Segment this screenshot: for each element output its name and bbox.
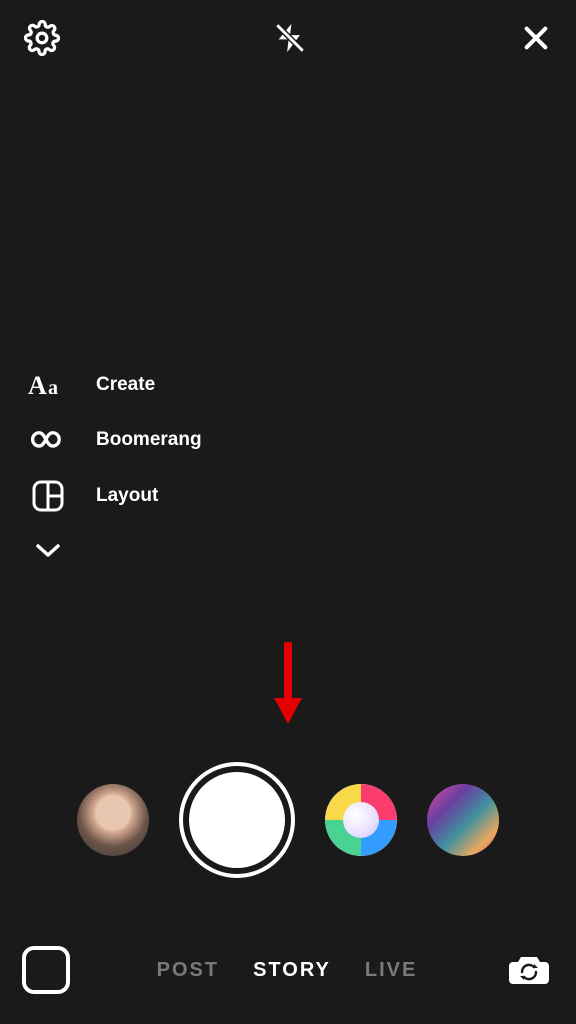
- switch-camera-icon: [507, 950, 551, 991]
- tool-boomerang[interactable]: Boomerang: [28, 428, 202, 452]
- chevron-down-icon: [28, 540, 68, 560]
- close-icon: [520, 22, 552, 57]
- flash-off-icon: [273, 21, 307, 58]
- mode-live[interactable]: LIVE: [365, 959, 417, 982]
- mode-post[interactable]: POST: [157, 959, 219, 982]
- gallery-thumbnail-icon: [22, 946, 70, 994]
- tool-boomerang-label: Boomerang: [96, 429, 202, 451]
- bottom-bar: POST STORY LIVE: [0, 946, 576, 994]
- tool-expand[interactable]: [28, 540, 202, 560]
- switch-camera-button[interactable]: [504, 950, 554, 990]
- mode-story[interactable]: STORY: [253, 959, 331, 982]
- top-bar: [0, 20, 576, 59]
- settings-button[interactable]: [24, 20, 60, 59]
- layout-icon: [28, 480, 68, 512]
- filter-thumb-3[interactable]: [427, 784, 499, 856]
- svg-text:a: a: [48, 377, 58, 399]
- filter-thumb-2[interactable]: [325, 784, 397, 856]
- mode-switcher: POST STORY LIVE: [70, 959, 504, 982]
- filter-strip: [0, 760, 576, 880]
- close-button[interactable]: [520, 22, 552, 57]
- filter-thumb-1[interactable]: [77, 784, 149, 856]
- annotation-arrow: [271, 638, 305, 731]
- capture-button[interactable]: [179, 762, 295, 878]
- tool-create[interactable]: A a Create: [28, 370, 202, 400]
- arrow-down-icon: [271, 713, 305, 730]
- svg-text:A: A: [28, 371, 47, 400]
- gallery-button[interactable]: [22, 946, 70, 994]
- gear-icon: [24, 20, 60, 59]
- tool-create-label: Create: [96, 374, 155, 396]
- capture-button-inner: [189, 772, 285, 868]
- tool-layout[interactable]: Layout: [28, 480, 202, 512]
- text-aa-icon: A a: [28, 370, 68, 400]
- flash-toggle-button[interactable]: [273, 21, 307, 58]
- infinity-icon: [28, 428, 68, 452]
- tool-layout-label: Layout: [96, 485, 158, 507]
- side-tools: A a Create Boomerang Layout: [28, 370, 202, 560]
